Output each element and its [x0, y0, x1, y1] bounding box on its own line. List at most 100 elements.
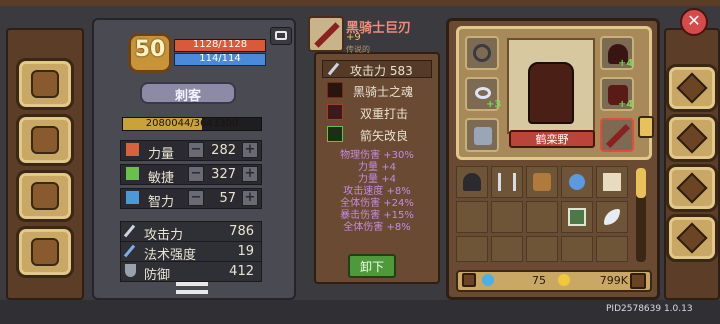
attribute-label: 智力: [148, 195, 175, 210]
inventory-slot[interactable]: [561, 236, 593, 262]
inventory-slot[interactable]: [526, 166, 558, 198]
xp-text: 2080044/3643300: [145, 118, 239, 129]
character-sprite: [528, 62, 574, 124]
inventory-slot[interactable]: [561, 201, 593, 233]
inventory-slot[interactable]: [526, 201, 558, 233]
codex-button[interactable]: [16, 58, 74, 110]
scroll-icon: [603, 173, 621, 191]
attribute-label: 敏捷: [148, 171, 175, 186]
attribute-label: 力量: [148, 147, 175, 162]
potion-icon: [569, 174, 585, 190]
decrease-agility-button[interactable]: −: [188, 166, 204, 182]
coin-count: 799K: [599, 274, 628, 287]
cube-icon: [31, 126, 59, 154]
sell-items-button[interactable]: [630, 273, 646, 289]
scrollbar-thumb[interactable]: [636, 168, 646, 198]
weapon-bonus-list: 物理伤害 +30% 力量 +4 力量 +4 攻击速度 +8% 全体伤害 +24%…: [318, 150, 436, 240]
hood-icon: [463, 173, 481, 191]
combat-stat-label: 防御: [144, 268, 171, 283]
ring-icon: [475, 87, 491, 99]
weapon-icon: [308, 16, 344, 52]
inventory-slot[interactable]: [491, 166, 523, 198]
pets-button[interactable]: [16, 170, 74, 222]
expand-stats-chevron-icon[interactable]: [176, 282, 208, 294]
inventory-slot[interactable]: [456, 166, 488, 198]
equip-slot-weapon[interactable]: [600, 118, 634, 152]
equipment-tab-button[interactable]: [666, 64, 718, 112]
screenshot-button[interactable]: [270, 27, 292, 45]
wood-frame-top: [0, 0, 720, 6]
gem-count: 75: [532, 274, 546, 287]
enhance-level: +3: [486, 99, 502, 110]
greatblade-icon: [314, 22, 340, 48]
hp-text: 1128/1128: [192, 39, 248, 50]
dark-soul-icon: [327, 82, 343, 98]
enhance-level: +4: [618, 99, 634, 110]
feather-icon: [604, 209, 620, 225]
combat-stat-value: 19: [237, 244, 254, 259]
inventory-grid: [456, 166, 632, 266]
book-blue-icon: [126, 191, 139, 204]
equip-slot-necklace[interactable]: [465, 36, 499, 70]
attribute-value: 327: [211, 167, 236, 182]
attribute-value: 282: [211, 143, 236, 158]
fist-icon: [126, 143, 139, 156]
weapon-bonus: 力量 +4: [358, 162, 396, 173]
arrow-upgrade-icon: [327, 126, 343, 142]
increase-strength-button[interactable]: +: [242, 142, 258, 158]
greatblade-icon: [605, 123, 631, 149]
wheel-icon: [31, 238, 59, 266]
weapon-enhance: +9: [346, 32, 361, 43]
equipment-page-tab[interactable]: [638, 116, 654, 138]
vehicle-button[interactable]: [16, 226, 74, 278]
inventory-slot[interactable]: [456, 236, 488, 262]
lock-icon[interactable]: [462, 273, 476, 287]
attribute-value: 57: [219, 191, 236, 206]
mp-text: 114/114: [199, 53, 241, 64]
book-icon: [31, 70, 59, 98]
hammer-icon: [676, 122, 708, 154]
crossed-blades-icon: [498, 173, 516, 191]
skill-name: 双重打击: [360, 107, 409, 121]
runes-tab-button[interactable]: [666, 164, 718, 212]
close-button[interactable]: ✕: [680, 8, 708, 36]
player-id-version: PID2578639 1.0.13: [606, 304, 693, 314]
inventory-slot[interactable]: [596, 201, 628, 233]
decrease-intellect-button[interactable]: −: [188, 190, 204, 206]
weapon-rarity: 传说的: [346, 45, 370, 54]
weapon-bonus: 攻击速度 +8%: [343, 186, 411, 197]
gauntlet-icon: [474, 127, 492, 145]
equip-slot-gloves[interactable]: [465, 118, 499, 152]
settings-tab-button[interactable]: [666, 214, 718, 262]
ring-icon: [473, 44, 491, 62]
inventory-slot[interactable]: [491, 236, 523, 262]
weapon-attack: 攻击力 583: [350, 64, 413, 78]
inventory-slot[interactable]: [526, 236, 558, 262]
shield-icon: [125, 264, 136, 277]
level-number: 50: [134, 37, 166, 62]
skills-button[interactable]: [16, 114, 74, 166]
enhance-level: +4: [618, 58, 634, 69]
inventory-slot[interactable]: [596, 236, 628, 262]
inventory-slot[interactable]: [561, 166, 593, 198]
class-name: 刺客: [174, 89, 201, 104]
weapon-bonus: 全体伤害 +8%: [343, 222, 411, 233]
decrease-strength-button[interactable]: −: [188, 142, 204, 158]
inventory-slot[interactable]: [596, 166, 628, 198]
inventory-slot[interactable]: [491, 201, 523, 233]
feather-icon: [126, 167, 139, 180]
crafting-tab-button[interactable]: [666, 114, 718, 162]
weapon-bonus: 力量 +4: [358, 174, 396, 185]
camera-icon: [275, 31, 287, 40]
inventory-slot[interactable]: [456, 201, 488, 233]
unequip-label: 卸下: [359, 260, 384, 274]
increase-agility-button[interactable]: +: [242, 166, 258, 182]
skill-name: 箭矢改良: [360, 129, 409, 143]
inventory-scrollbar[interactable]: [636, 168, 646, 262]
double-strike-icon: [327, 104, 343, 120]
close-icon: ✕: [687, 11, 701, 30]
combat-stat-value: 412: [229, 264, 254, 279]
gem-icon: [482, 274, 494, 286]
skill-name: 黑骑士之魂: [353, 85, 414, 99]
increase-intellect-button[interactable]: +: [242, 190, 258, 206]
